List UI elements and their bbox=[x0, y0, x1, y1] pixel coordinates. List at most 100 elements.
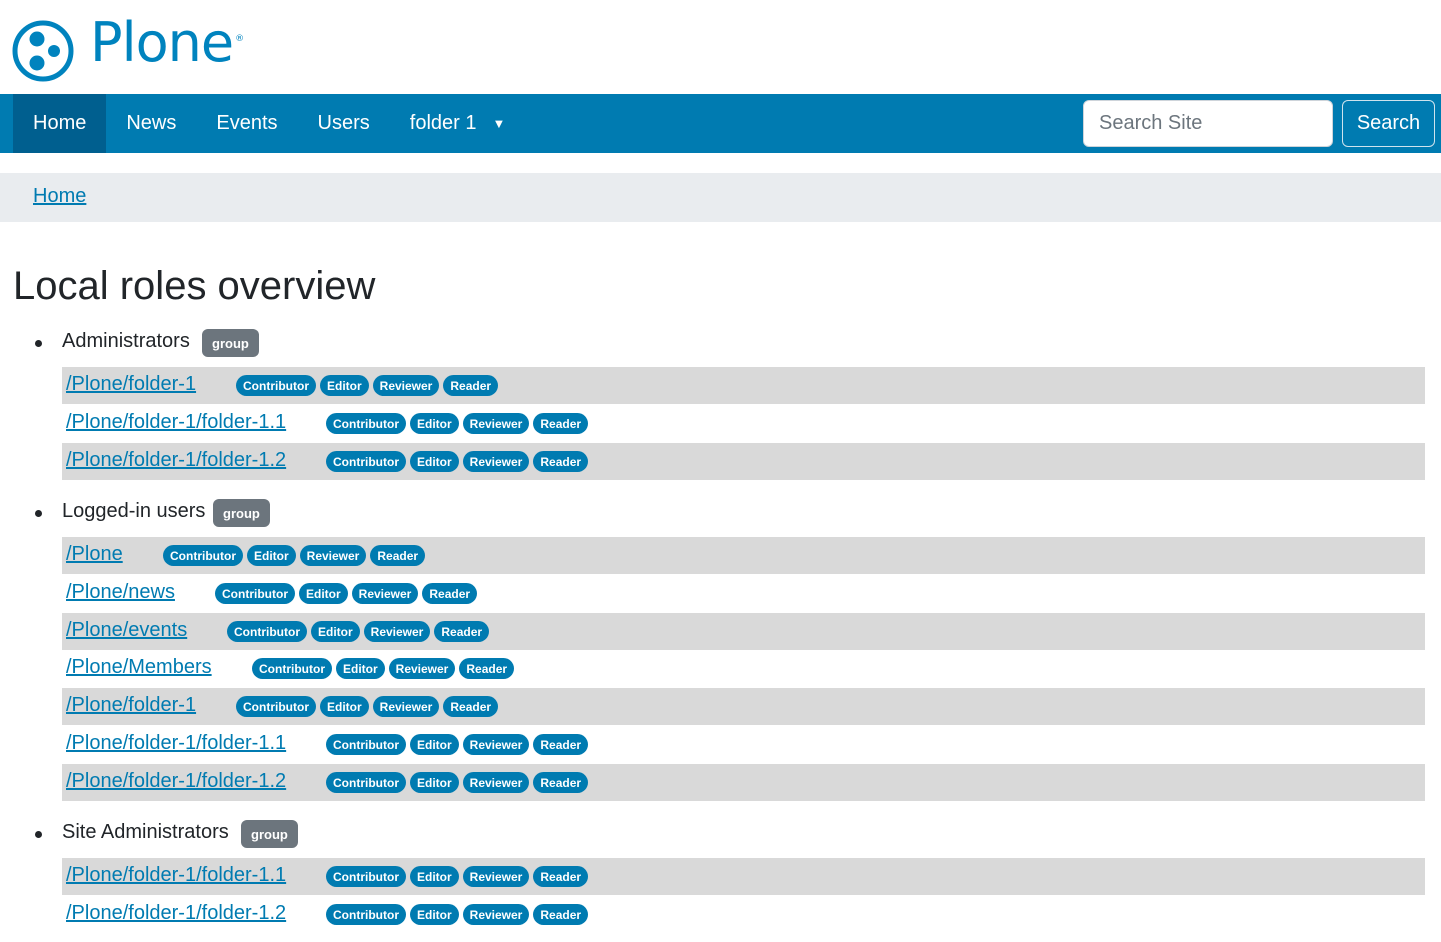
role-badge-contributor: Contributor bbox=[236, 375, 316, 396]
role-badge-contributor: Contributor bbox=[163, 545, 243, 566]
path-link[interactable]: /Plone/folder-1/folder-1.2 bbox=[66, 770, 286, 793]
bullet-icon bbox=[35, 831, 42, 838]
role-badge-editor: Editor bbox=[409, 904, 459, 925]
main-navigation: Home News Events Users folder 1 ▼ Search bbox=[0, 94, 1441, 153]
role-badge-contributor: Contributor bbox=[326, 904, 406, 925]
role-badge-contributor: Contributor bbox=[236, 696, 316, 717]
role-badge-editor: Editor bbox=[298, 583, 348, 604]
role-badges: Contributor Editor Reviewer Reader bbox=[252, 658, 515, 679]
role-badges: Contributor Editor Reviewer Reader bbox=[326, 451, 589, 472]
path-link[interactable]: /Plone/news bbox=[66, 581, 175, 604]
role-badge-reviewer: Reviewer bbox=[372, 375, 440, 396]
nav-item-folder-1[interactable]: folder 1 ▼ bbox=[390, 94, 526, 153]
path-link[interactable]: /Plone/folder-1/folder-1.1 bbox=[66, 864, 286, 887]
role-badge-reader: Reader bbox=[459, 658, 515, 679]
search-input[interactable] bbox=[1083, 100, 1333, 147]
path-link[interactable]: /Plone/folder-1 bbox=[66, 694, 196, 717]
nav-item-label: Home bbox=[33, 112, 87, 134]
path-link[interactable]: /Plone/folder-1/folder-1.1 bbox=[66, 411, 286, 434]
path-link[interactable]: /Plone/folder-1/folder-1.2 bbox=[66, 449, 286, 472]
role-badge-reader: Reader bbox=[533, 451, 589, 472]
role-badge-reviewer: Reviewer bbox=[372, 696, 440, 717]
logo-wordmark: Plone ® bbox=[90, 11, 244, 74]
nav-item-label: News bbox=[126, 112, 177, 134]
role-badge-contributor: Contributor bbox=[326, 734, 406, 755]
local-role-row: /Plone/folder-1/folder-1.1 Contributor Edi… bbox=[62, 405, 1425, 442]
role-badges: Contributor Editor Reviewer Reader bbox=[326, 734, 589, 755]
site-logo[interactable]: Plone ® bbox=[12, 11, 244, 90]
role-badge-reviewer: Reviewer bbox=[363, 621, 431, 642]
role-badge-reader: Reader bbox=[443, 696, 499, 717]
bullet-icon bbox=[35, 510, 42, 517]
role-badges: Contributor Editor Reviewer Reader bbox=[163, 545, 426, 566]
role-badge-reader: Reader bbox=[443, 375, 499, 396]
path-link[interactable]: /Plone bbox=[66, 543, 123, 566]
role-badge-editor: Editor bbox=[409, 772, 459, 793]
group-name: Administrators bbox=[62, 330, 190, 352]
role-badge-reader: Reader bbox=[533, 866, 589, 887]
path-link[interactable]: /Plone/Members bbox=[66, 656, 212, 679]
role-badge-reader: Reader bbox=[533, 904, 589, 925]
nav-item-users[interactable]: Users bbox=[298, 94, 390, 153]
role-badge-reader: Reader bbox=[434, 621, 490, 642]
role-badge-reviewer: Reviewer bbox=[388, 658, 456, 679]
bullet-icon bbox=[35, 340, 42, 347]
group-type-badge: group bbox=[213, 499, 270, 527]
role-badge-editor: Editor bbox=[335, 658, 385, 679]
role-badge-reviewer: Reviewer bbox=[462, 413, 530, 434]
role-badges: Contributor Editor Reviewer Reader bbox=[227, 621, 490, 642]
role-badge-editor: Editor bbox=[409, 866, 459, 887]
role-badge-contributor: Contributor bbox=[326, 866, 406, 887]
role-badge-editor: Editor bbox=[409, 451, 459, 472]
plone-logo-icon bbox=[12, 20, 74, 82]
role-badge-reviewer: Reviewer bbox=[351, 583, 419, 604]
local-role-row: /Plone/folder-1/folder-1.1 Contributor Edi… bbox=[62, 726, 1425, 763]
role-badges: Contributor Editor Reviewer Reader bbox=[236, 375, 499, 396]
local-role-row: /Plone/Members Contributor Editor Reviewer R… bbox=[62, 650, 1425, 687]
role-badges: Contributor Editor Reviewer Reader bbox=[326, 904, 589, 925]
path-link[interactable]: /Plone/folder-1/folder-1.2 bbox=[66, 902, 286, 925]
role-badge-contributor: Contributor bbox=[215, 583, 295, 604]
role-badge-contributor: Contributor bbox=[326, 413, 406, 434]
group-type-badge: group bbox=[241, 820, 298, 848]
nav-item-home[interactable]: Home bbox=[13, 94, 107, 153]
path-link[interactable]: /Plone/folder-1/folder-1.1 bbox=[66, 732, 286, 755]
nav-items: Home News Events Users folder 1 ▼ bbox=[13, 94, 525, 153]
role-badge-reviewer: Reviewer bbox=[462, 904, 530, 925]
role-badge-editor: Editor bbox=[319, 375, 369, 396]
local-role-row: /Plone/events Contributor Editor Reviewer Re… bbox=[62, 613, 1425, 650]
role-badge-contributor: Contributor bbox=[252, 658, 332, 679]
breadcrumb-home-link[interactable]: Home bbox=[33, 185, 86, 208]
local-role-row: /Plone/folder-1/folder-1.2 Contributor Edi… bbox=[62, 764, 1425, 801]
local-role-row: /Plone Contributor Editor Reviewer Reader bbox=[62, 537, 1425, 574]
path-link[interactable]: /Plone/folder-1 bbox=[66, 373, 196, 396]
role-badges: Contributor Editor Reviewer Reader bbox=[236, 696, 499, 717]
role-badge-reader: Reader bbox=[422, 583, 478, 604]
role-badge-reviewer: Reviewer bbox=[299, 545, 367, 566]
role-badge-reader: Reader bbox=[370, 545, 426, 566]
role-badge-contributor: Contributor bbox=[326, 451, 406, 472]
role-badge-reader: Reader bbox=[533, 413, 589, 434]
role-badge-editor: Editor bbox=[319, 696, 369, 717]
path-link[interactable]: /Plone/events bbox=[66, 619, 187, 642]
local-role-row: /Plone/folder-1 Contributor Editor Reviewer… bbox=[62, 367, 1425, 404]
role-badges: Contributor Editor Reviewer Reader bbox=[326, 772, 589, 793]
role-badge-editor: Editor bbox=[409, 734, 459, 755]
search-button[interactable]: Search bbox=[1342, 100, 1435, 147]
role-badge-reviewer: Reviewer bbox=[462, 772, 530, 793]
group-name: Logged-in users bbox=[62, 500, 206, 522]
caret-down-icon: ▼ bbox=[492, 116, 506, 131]
nav-item-events[interactable]: Events bbox=[196, 94, 297, 153]
role-badge-reviewer: Reviewer bbox=[462, 451, 530, 472]
local-role-row: /Plone/news Contributor Editor Reviewer Read… bbox=[62, 575, 1425, 612]
role-badge-editor: Editor bbox=[310, 621, 360, 642]
role-badge-reviewer: Reviewer bbox=[462, 734, 530, 755]
page-title: Local roles overview bbox=[13, 264, 376, 308]
local-role-row: /Plone/folder-1/folder-1.2 Contributor Edi… bbox=[62, 896, 1425, 933]
group-type-badge: group bbox=[202, 329, 259, 357]
nav-item-news[interactable]: News bbox=[106, 94, 196, 153]
role-badge-contributor: Contributor bbox=[227, 621, 307, 642]
local-role-row: /Plone/folder-1/folder-1.2 Contributor Edi… bbox=[62, 443, 1425, 480]
group-name: Site Administrators bbox=[62, 821, 229, 843]
role-badges: Contributor Editor Reviewer Reader bbox=[326, 413, 589, 434]
